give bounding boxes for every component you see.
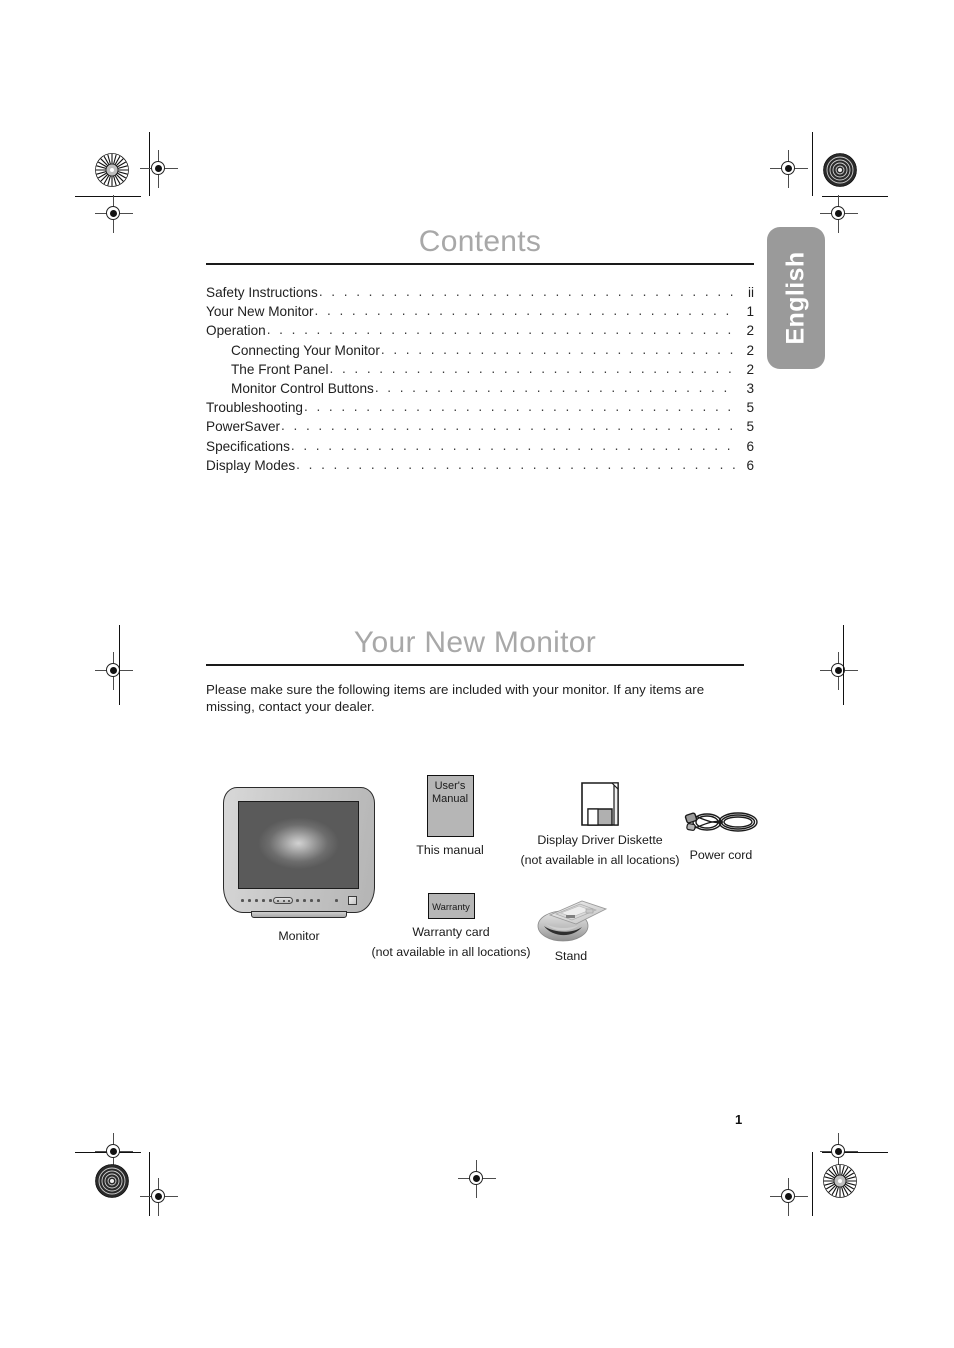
- table-of-contents: Safety InstructionsiiYour New Monitor1Op…: [206, 283, 754, 475]
- toc-entry[interactable]: Your New Monitor 1: [206, 302, 754, 321]
- registration-rosette-icon: [823, 1164, 857, 1198]
- package-item-manual: User's Manual This manual: [402, 775, 498, 857]
- crt-monitor-icon: [223, 785, 375, 923]
- your-new-monitor-heading: Your New Monitor: [353, 626, 597, 659]
- toc-dot-leader: [281, 416, 737, 435]
- floppy-diskette-icon: [578, 781, 622, 827]
- registration-crosshair-icon: [770, 1178, 808, 1216]
- registration-crosshair-icon: [770, 150, 808, 188]
- package-item-caption: Stand: [554, 949, 588, 963]
- toc-entry-label: Operation: [206, 323, 266, 339]
- toc-entry[interactable]: Connecting Your Monitor 2: [206, 341, 754, 360]
- toc-entry[interactable]: Operation 2: [206, 321, 754, 340]
- registration-crosshair-icon: [140, 1178, 178, 1216]
- toc-entry-page: 2: [746, 323, 754, 339]
- toc-entry[interactable]: The Front Panel 2: [206, 360, 754, 379]
- warranty-card-face-text: Warranty: [432, 900, 470, 912]
- package-contents-illustration: Monitor User's Manual This manual Warran…: [206, 775, 766, 975]
- language-tab-label: English: [781, 251, 810, 345]
- toc-dot-leader: [375, 378, 737, 397]
- registration-crosshair-icon: [820, 652, 858, 690]
- intro-paragraph: Please make sure the following items are…: [206, 682, 705, 714]
- toc-dot-leader: [304, 397, 737, 416]
- toc-dot-leader: [381, 340, 737, 359]
- toc-entry[interactable]: Specifications 6: [206, 437, 754, 456]
- your-new-monitor-section-header: Your New Monitor: [206, 626, 744, 666]
- power-cord-icon: [683, 803, 759, 841]
- toc-entry[interactable]: Troubleshooting 5: [206, 398, 754, 417]
- users-manual-icon: User's Manual: [426, 775, 474, 837]
- trim-line-top-right-vertical: [812, 132, 814, 196]
- toc-entry[interactable]: Safety Instructions ii: [206, 283, 754, 302]
- registration-crosshair-icon: [458, 1160, 496, 1198]
- toc-entry-page: ii: [747, 285, 754, 300]
- toc-entry-page: 2: [746, 361, 754, 377]
- toc-dot-leader: [267, 320, 737, 339]
- toc-entry-label: Display Modes: [206, 457, 296, 473]
- toc-entry-label: The Front Panel: [231, 361, 329, 377]
- contents-heading: Contents: [418, 225, 542, 258]
- toc-entry-label: Troubleshooting: [206, 400, 303, 416]
- monitor-screen: [238, 801, 359, 889]
- toc-entry-label: Safety Instructions: [206, 285, 318, 300]
- toc-entry-page: 1: [746, 304, 754, 320]
- toc-entry[interactable]: PowerSaver 5: [206, 417, 754, 436]
- users-manual-cover-text: User's Manual: [431, 780, 469, 805]
- toc-entry-page: 3: [746, 381, 754, 397]
- trim-line-bottom-right-vertical: [812, 1152, 814, 1216]
- toc-entry-page: 2: [746, 342, 754, 358]
- trim-line-mid-right-vertical: [843, 625, 845, 705]
- toc-dot-leader: [329, 359, 737, 378]
- page-number: 1: [735, 1112, 743, 1127]
- package-item-power-cord: Power cord: [646, 803, 796, 862]
- registration-crosshair-icon: [95, 195, 133, 233]
- monitor-base: [251, 911, 347, 918]
- toc-entry[interactable]: Display Modes 6: [206, 456, 754, 475]
- toc-entry[interactable]: Monitor Control Buttons 3: [206, 379, 754, 398]
- registration-rosette-icon: [95, 153, 129, 187]
- toc-entry-label: PowerSaver: [206, 419, 281, 435]
- warranty-card-icon: Warranty: [427, 893, 475, 919]
- package-item-caption: Power cord: [689, 848, 753, 862]
- registration-rosette-icon: [823, 153, 857, 187]
- package-item-stand: Stand: [506, 893, 636, 963]
- toc-entry-label: Specifications: [206, 438, 290, 454]
- registration-crosshair-icon: [140, 150, 178, 188]
- registration-crosshair-icon: [95, 652, 133, 690]
- monitor-rocker-control: [273, 896, 293, 904]
- toc-entry-page: 6: [746, 438, 754, 454]
- monitor-stand-icon: [530, 893, 612, 945]
- monitor-control-buttons: [241, 895, 357, 906]
- contents-section-header: Contents: [206, 225, 754, 265]
- toc-entry-label: Your New Monitor: [206, 304, 314, 320]
- toc-entry-page: 6: [746, 457, 754, 473]
- toc-entry-page: 5: [746, 419, 754, 435]
- toc-dot-leader: [319, 282, 737, 301]
- language-tab-english: English: [767, 227, 825, 369]
- toc-dot-leader: [315, 301, 737, 320]
- registration-crosshair-icon: [820, 195, 858, 233]
- trim-line-mid-left-vertical: [119, 625, 121, 705]
- contents-heading-rule: [206, 263, 754, 265]
- toc-entry-label: Monitor Control Buttons: [231, 381, 374, 397]
- toc-dot-leader: [291, 436, 737, 455]
- your-new-monitor-heading-rule: [206, 664, 744, 666]
- registration-rosette-icon: [95, 1164, 129, 1198]
- toc-entry-label: Connecting Your Monitor: [231, 342, 380, 358]
- package-item-caption: This manual: [416, 843, 484, 857]
- toc-entry-page: 5: [746, 400, 754, 416]
- toc-dot-leader: [296, 455, 737, 474]
